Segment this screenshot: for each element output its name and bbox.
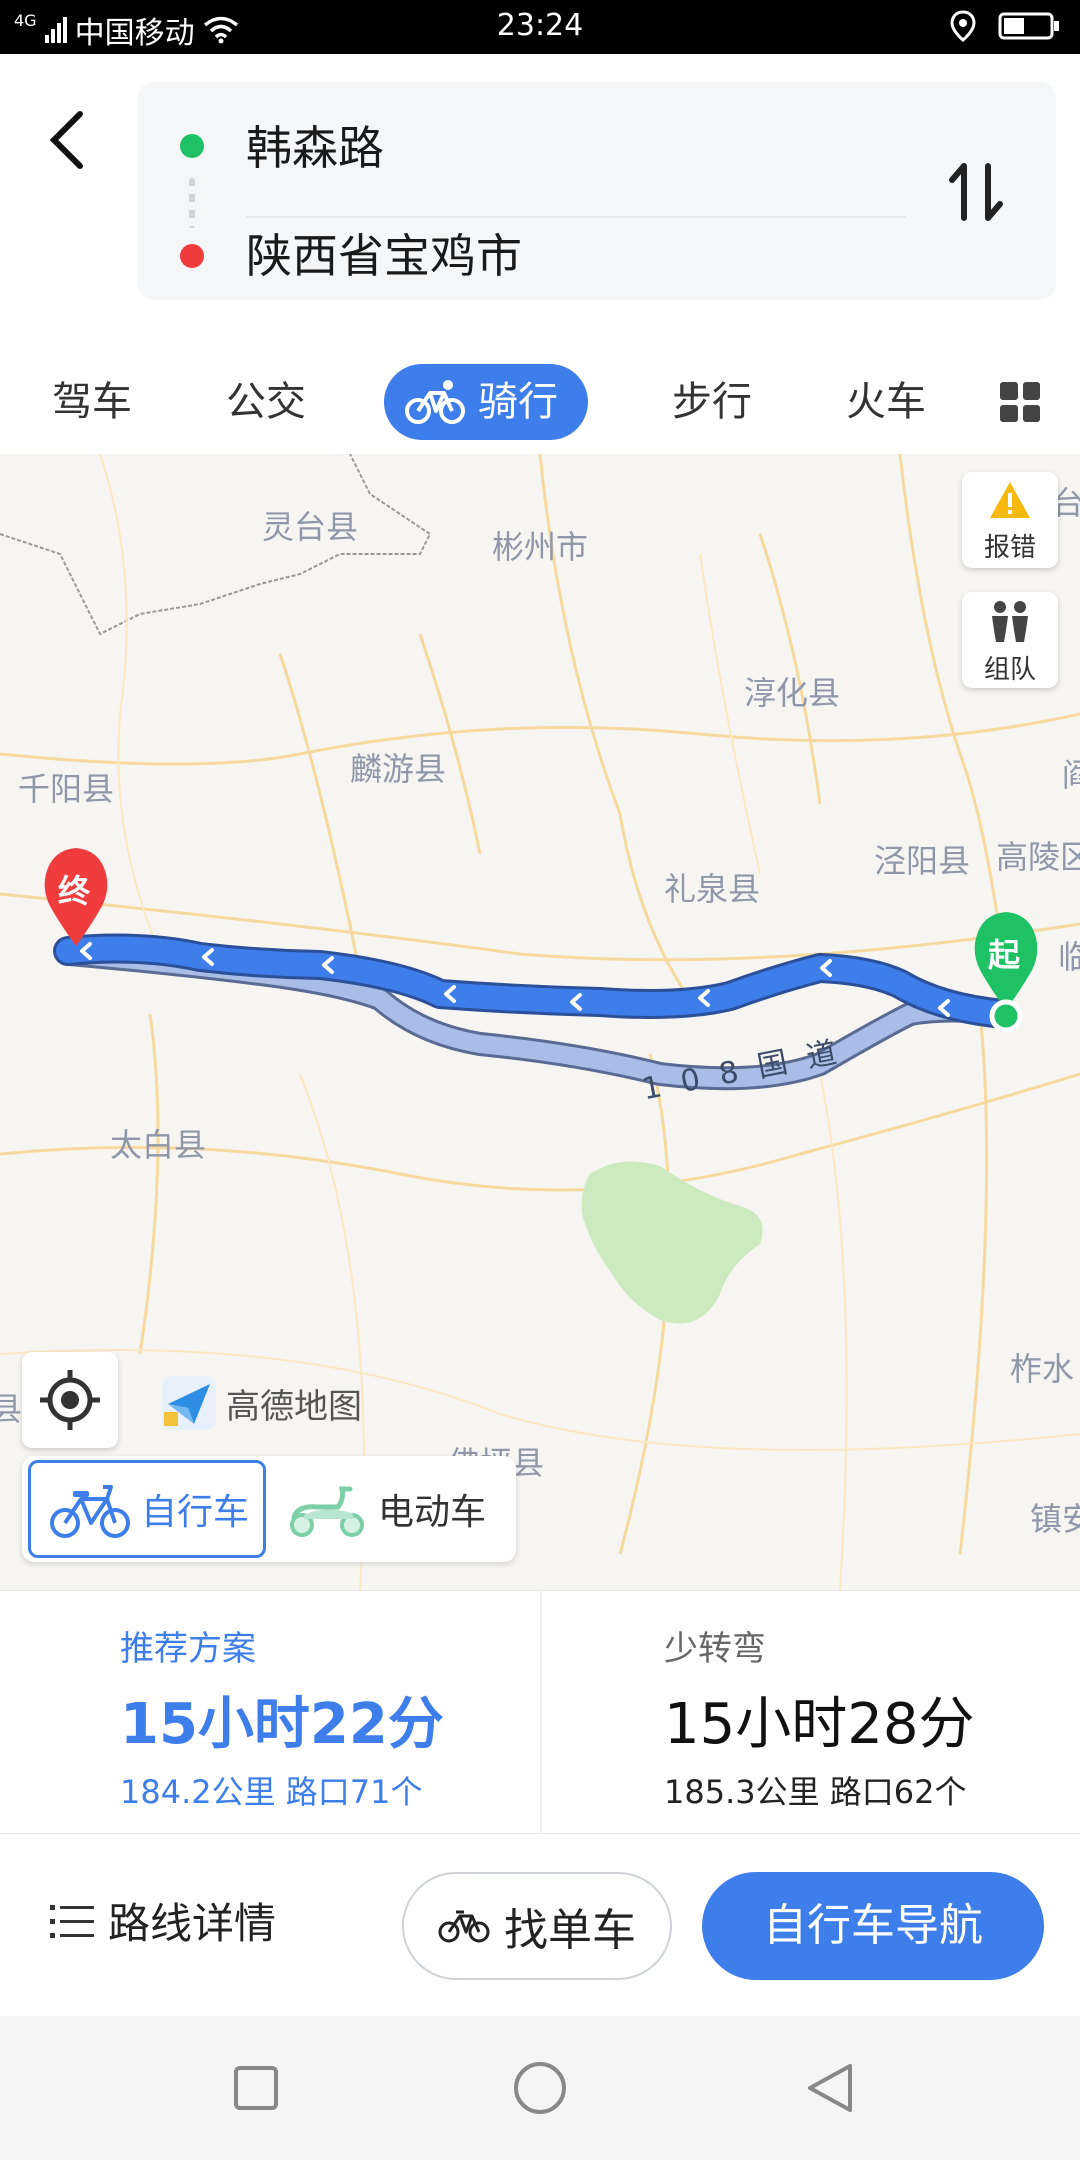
- map-label: 县: [0, 1390, 23, 1428]
- map-label: 灵台县: [262, 508, 359, 546]
- route-header: 韩森路 陕西省宝鸡市 驾车 公交 骑行 步行 火车: [0, 54, 1080, 454]
- map-label: 彬州市: [492, 528, 589, 566]
- start-dot-icon: [180, 134, 204, 158]
- tab-bus[interactable]: 公交: [226, 364, 306, 440]
- map-view[interactable]: 灵台县 彬州市 淳化县 千阳县 麟游县 泾阳县 高陵区 礼泉县 太白县 柞水 佛…: [0, 454, 1080, 1590]
- bike-navigation-button[interactable]: 自行车导航: [702, 1872, 1044, 1980]
- plan-duration: 15小时22分: [120, 1692, 444, 1757]
- plan-detail: 185.3公里 路口62个: [664, 1773, 967, 1811]
- plan-title: 推荐方案: [120, 1629, 256, 1669]
- map-label: 礼泉县: [664, 870, 761, 908]
- tab-drive[interactable]: 驾车: [52, 364, 132, 440]
- option-bicycle-label: 自行车: [141, 1492, 250, 1533]
- scooter-icon: [290, 1486, 364, 1537]
- clock: 23:24: [496, 8, 584, 43]
- map-label: 柞水: [1010, 1350, 1075, 1388]
- map-label: 泾阳县: [874, 842, 971, 880]
- swap-icon: [949, 163, 1003, 221]
- list-icon: [50, 1904, 94, 1938]
- crosshair-icon: [40, 1370, 100, 1430]
- route-connector: [189, 178, 195, 228]
- plan-fewer-turns[interactable]: 少转弯 15小时28分 185.3公里 路口62个: [540, 1591, 1080, 1835]
- map-label: 千阳县: [18, 770, 115, 808]
- tab-train[interactable]: 火车: [846, 364, 926, 440]
- option-ebike-label: 电动车: [378, 1492, 487, 1533]
- start-location-field[interactable]: 韩森路: [246, 112, 384, 178]
- vehicle-type-switch: 自行车 电动车: [22, 1456, 516, 1562]
- amap-logo-text: 高德地图: [226, 1386, 362, 1427]
- route-input-box: 韩森路 陕西省宝鸡市: [138, 82, 1056, 300]
- report-error-button[interactable]: 报错: [962, 472, 1058, 568]
- option-ebike[interactable]: 电动车: [284, 1460, 486, 1558]
- warning-icon: [990, 482, 1030, 518]
- back-triangle-icon[interactable]: [800, 2058, 860, 2118]
- map-label: 临: [1058, 938, 1080, 976]
- map-label: 镇安: [1030, 1500, 1080, 1538]
- location-icon: [950, 10, 976, 42]
- home-icon[interactable]: [510, 2058, 570, 2118]
- bicycle-icon: [438, 1910, 490, 1943]
- action-bar: 路线详情 找单车 自行车导航: [0, 1834, 1080, 2016]
- amap-logo-icon: [162, 1376, 216, 1430]
- recent-apps-icon[interactable]: [226, 2058, 286, 2118]
- start-marker-label: 起: [988, 936, 1021, 974]
- tab-cycling-label: 骑行: [478, 379, 558, 425]
- map-label: 高陵区: [996, 838, 1080, 876]
- map-label: 麟游县: [350, 750, 447, 788]
- end-dot-icon: [180, 244, 204, 268]
- team-label: 组队: [983, 655, 1036, 685]
- swap-route-button[interactable]: [936, 152, 1016, 232]
- plan-title: 少转弯: [664, 1629, 766, 1669]
- more-modes-grid-icon[interactable]: [1000, 382, 1040, 422]
- route-plans: 推荐方案 15小时22分 184.2公里 路口71个 少转弯 15小时28分 1…: [0, 1590, 1080, 1835]
- report-error-label: 报错: [983, 533, 1036, 563]
- end-location-field[interactable]: 陕西省宝鸡市: [246, 220, 522, 286]
- locate-button[interactable]: [22, 1352, 118, 1448]
- back-button[interactable]: [40, 94, 100, 174]
- bicycle-icon: [405, 380, 465, 424]
- amap-logo: 高德地图: [160, 1374, 362, 1432]
- end-marker-label: 终: [58, 872, 91, 910]
- tab-walk[interactable]: 步行: [672, 364, 752, 440]
- plan-recommended[interactable]: 推荐方案 15小时22分 184.2公里 路口71个: [0, 1591, 540, 1835]
- shared-bike-icon: [50, 1485, 130, 1538]
- status-bar: 4G 中国移动 23:24: [0, 0, 1080, 54]
- plan-detail: 184.2公里 路口71个: [120, 1773, 423, 1811]
- battery-icon: [998, 12, 1059, 40]
- system-navigation-bar: [0, 2016, 1080, 2160]
- tab-cycling[interactable]: 骑行: [384, 364, 588, 440]
- find-bike-button[interactable]: 找单车: [402, 1872, 672, 1980]
- map-label: 阎: [1062, 756, 1080, 794]
- route-details-button[interactable]: 路线详情: [50, 1890, 276, 1951]
- travel-mode-tabs: 驾车 公交 骑行 步行 火车: [0, 344, 1080, 454]
- chevron-left-icon: [49, 111, 83, 169]
- map-label: 淳化县: [744, 674, 841, 712]
- team-button[interactable]: 组队: [962, 592, 1058, 688]
- route-details-label: 路线详情: [108, 1899, 277, 1948]
- option-bicycle[interactable]: 自行车: [28, 1460, 266, 1558]
- find-bike-label: 找单车: [504, 1905, 636, 1956]
- team-icon: [992, 601, 1028, 642]
- map-label: 太白县: [110, 1126, 207, 1164]
- plan-duration: 15小时28分: [664, 1692, 975, 1757]
- divider: [246, 216, 906, 218]
